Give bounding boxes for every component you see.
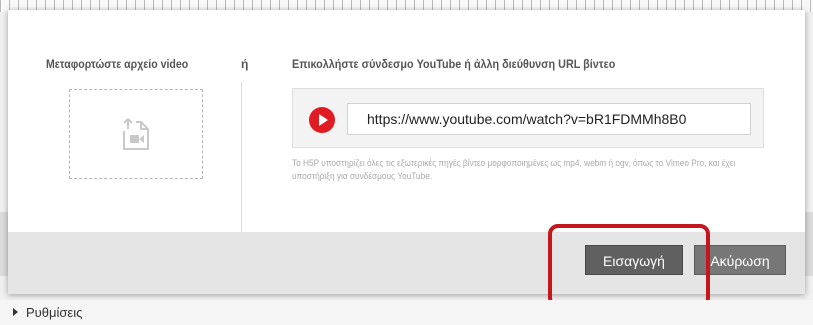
settings-label: Ρυθμίσεις (26, 305, 83, 320)
highlight-annotation (548, 224, 710, 308)
upload-title: Μεταφορτώστε αρχείο video (46, 57, 189, 71)
dialog-body: Μεταφορτώστε αρχείο video ή Επικολλήστε … (8, 10, 805, 232)
file-upload-icon (123, 118, 149, 150)
video-url-input[interactable] (347, 103, 751, 135)
url-section-title: Επικολλήστε σύνδεσμο YouTube ή άλλη διεύ… (292, 57, 616, 71)
or-separator-label: ή (241, 57, 249, 71)
column-divider (241, 82, 242, 232)
caret-right-icon (13, 308, 18, 316)
settings-toggle[interactable]: Ρυθμίσεις (0, 300, 813, 325)
upload-dropzone[interactable] (69, 89, 203, 179)
url-input-panel (292, 88, 764, 148)
supported-formats-help-text: Το H5P υποστηρίζει όλες τις εξωτερικές π… (292, 158, 736, 181)
youtube-play-icon (309, 107, 335, 133)
